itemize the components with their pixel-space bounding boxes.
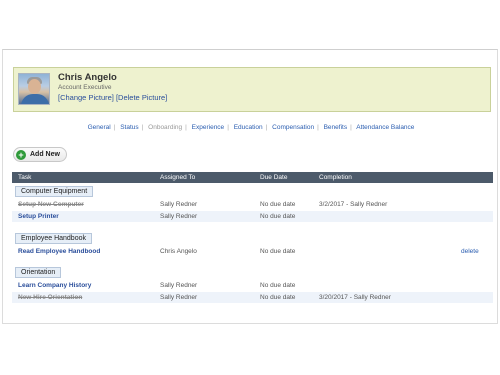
- group-employee-handbook: Employee Handbook: [15, 233, 92, 244]
- assigned-to: Chris Angelo: [160, 248, 197, 255]
- completion: 3/20/2017 - Sally Redner: [319, 294, 391, 301]
- table-row: Setup Printer Sally Redner No due date: [12, 211, 493, 222]
- nav-compensation[interactable]: Compensation: [272, 124, 314, 131]
- assigned-to: Sally Redner: [160, 282, 198, 289]
- col-task: Task: [18, 174, 32, 181]
- task-link[interactable]: Learn Company History: [18, 282, 91, 289]
- avatar: [18, 73, 50, 105]
- col-due-date: Due Date: [260, 174, 288, 181]
- task-link[interactable]: Setup New Computer: [18, 201, 84, 208]
- col-completion: Completion: [319, 174, 352, 181]
- nav-status[interactable]: Status: [120, 124, 138, 131]
- delete-picture-link[interactable]: [Delete Picture]: [116, 93, 167, 102]
- table-row: Setup New Computer Sally Redner No due d…: [12, 199, 493, 210]
- table-row: New Hire Orientation Sally Redner No due…: [12, 292, 493, 303]
- group-computer-equipment: Computer Equipment: [15, 186, 94, 197]
- due-date: No due date: [260, 282, 296, 289]
- assigned-to: Sally Redner: [160, 201, 198, 208]
- add-new-button[interactable]: + Add New: [13, 147, 67, 162]
- plus-icon: +: [16, 149, 26, 160]
- nav-general[interactable]: General: [88, 124, 111, 131]
- nav-onboarding[interactable]: Onboarding: [148, 124, 182, 131]
- completion: 3/2/2017 - Sally Redner: [319, 201, 388, 208]
- due-date: No due date: [260, 213, 296, 220]
- assigned-to: Sally Redner: [160, 294, 198, 301]
- profile-card: Chris Angelo Account Executive [Change P…: [13, 67, 491, 112]
- change-picture-link[interactable]: [Change Picture]: [58, 93, 114, 102]
- delete-link[interactable]: delete: [461, 248, 479, 255]
- employee-title: Account Executive: [58, 84, 112, 91]
- table-header: Task Assigned To Due Date Completion: [12, 172, 493, 183]
- picture-links: [Change Picture] [Delete Picture]: [58, 93, 167, 102]
- nav-benefits[interactable]: Benefits: [324, 124, 348, 131]
- due-date: No due date: [260, 248, 296, 255]
- employee-panel: Chris Angelo Account Executive [Change P…: [2, 49, 498, 324]
- col-assigned-to: Assigned To: [160, 174, 196, 181]
- task-link[interactable]: New Hire Orientation: [18, 294, 82, 301]
- add-new-label: Add New: [30, 151, 60, 158]
- nav-education[interactable]: Education: [234, 124, 263, 131]
- employee-name: Chris Angelo: [58, 72, 117, 83]
- task-link[interactable]: Read Employee Handbood: [18, 248, 100, 255]
- assigned-to: Sally Redner: [160, 213, 198, 220]
- group-orientation: Orientation: [15, 267, 62, 278]
- nav-attendance-balance[interactable]: Attendance Balance: [356, 124, 414, 131]
- due-date: No due date: [260, 294, 296, 301]
- due-date: No due date: [260, 201, 296, 208]
- section-nav: General | Status | Onboarding | Experience |…: [87, 124, 415, 131]
- table-row: Learn Company History Sally Redner No du…: [12, 280, 493, 291]
- task-link[interactable]: Setup Printer: [18, 213, 59, 220]
- nav-experience[interactable]: Experience: [192, 124, 225, 131]
- table-row: Read Employee Handbood Chris Angelo No d…: [12, 246, 493, 257]
